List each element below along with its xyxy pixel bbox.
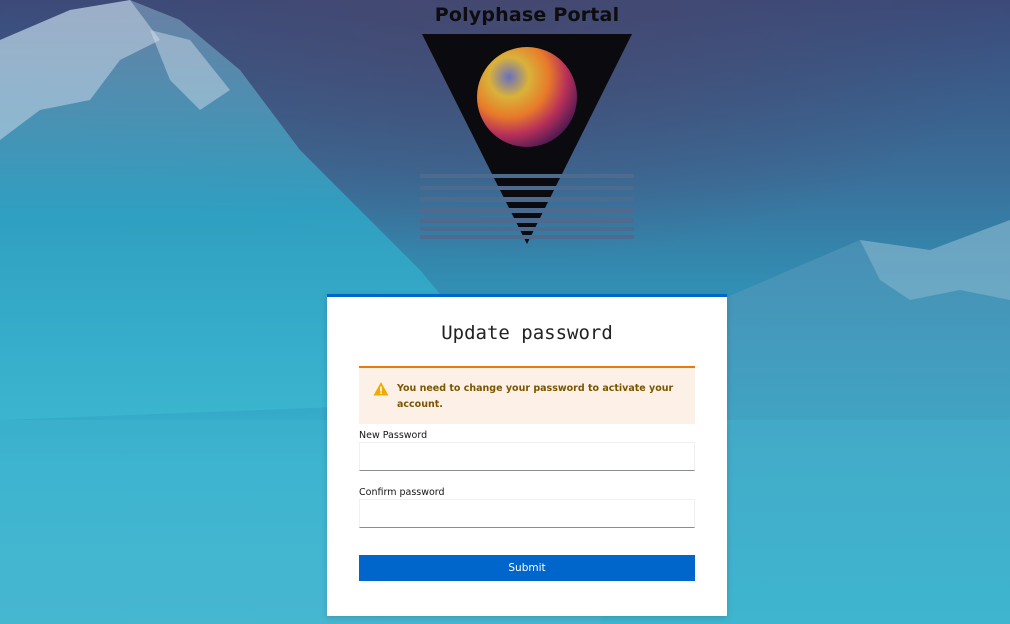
submit-button[interactable]: Submit bbox=[359, 555, 695, 581]
form-title: Update password bbox=[441, 322, 613, 344]
warning-message: You need to change your password to acti… bbox=[397, 383, 674, 410]
portal-title: Polyphase Portal bbox=[434, 4, 620, 26]
confirm-password-input[interactable] bbox=[359, 499, 695, 528]
portal-logo bbox=[420, 34, 634, 244]
confirm-password-label: Confirm password bbox=[359, 487, 445, 498]
warning-triangle-icon bbox=[373, 382, 389, 396]
update-password-card: Update password You need to change your … bbox=[327, 294, 727, 616]
warning-alert: You need to change your password to acti… bbox=[359, 366, 695, 424]
new-password-label: New Password bbox=[359, 430, 428, 441]
new-password-input[interactable] bbox=[359, 442, 695, 471]
